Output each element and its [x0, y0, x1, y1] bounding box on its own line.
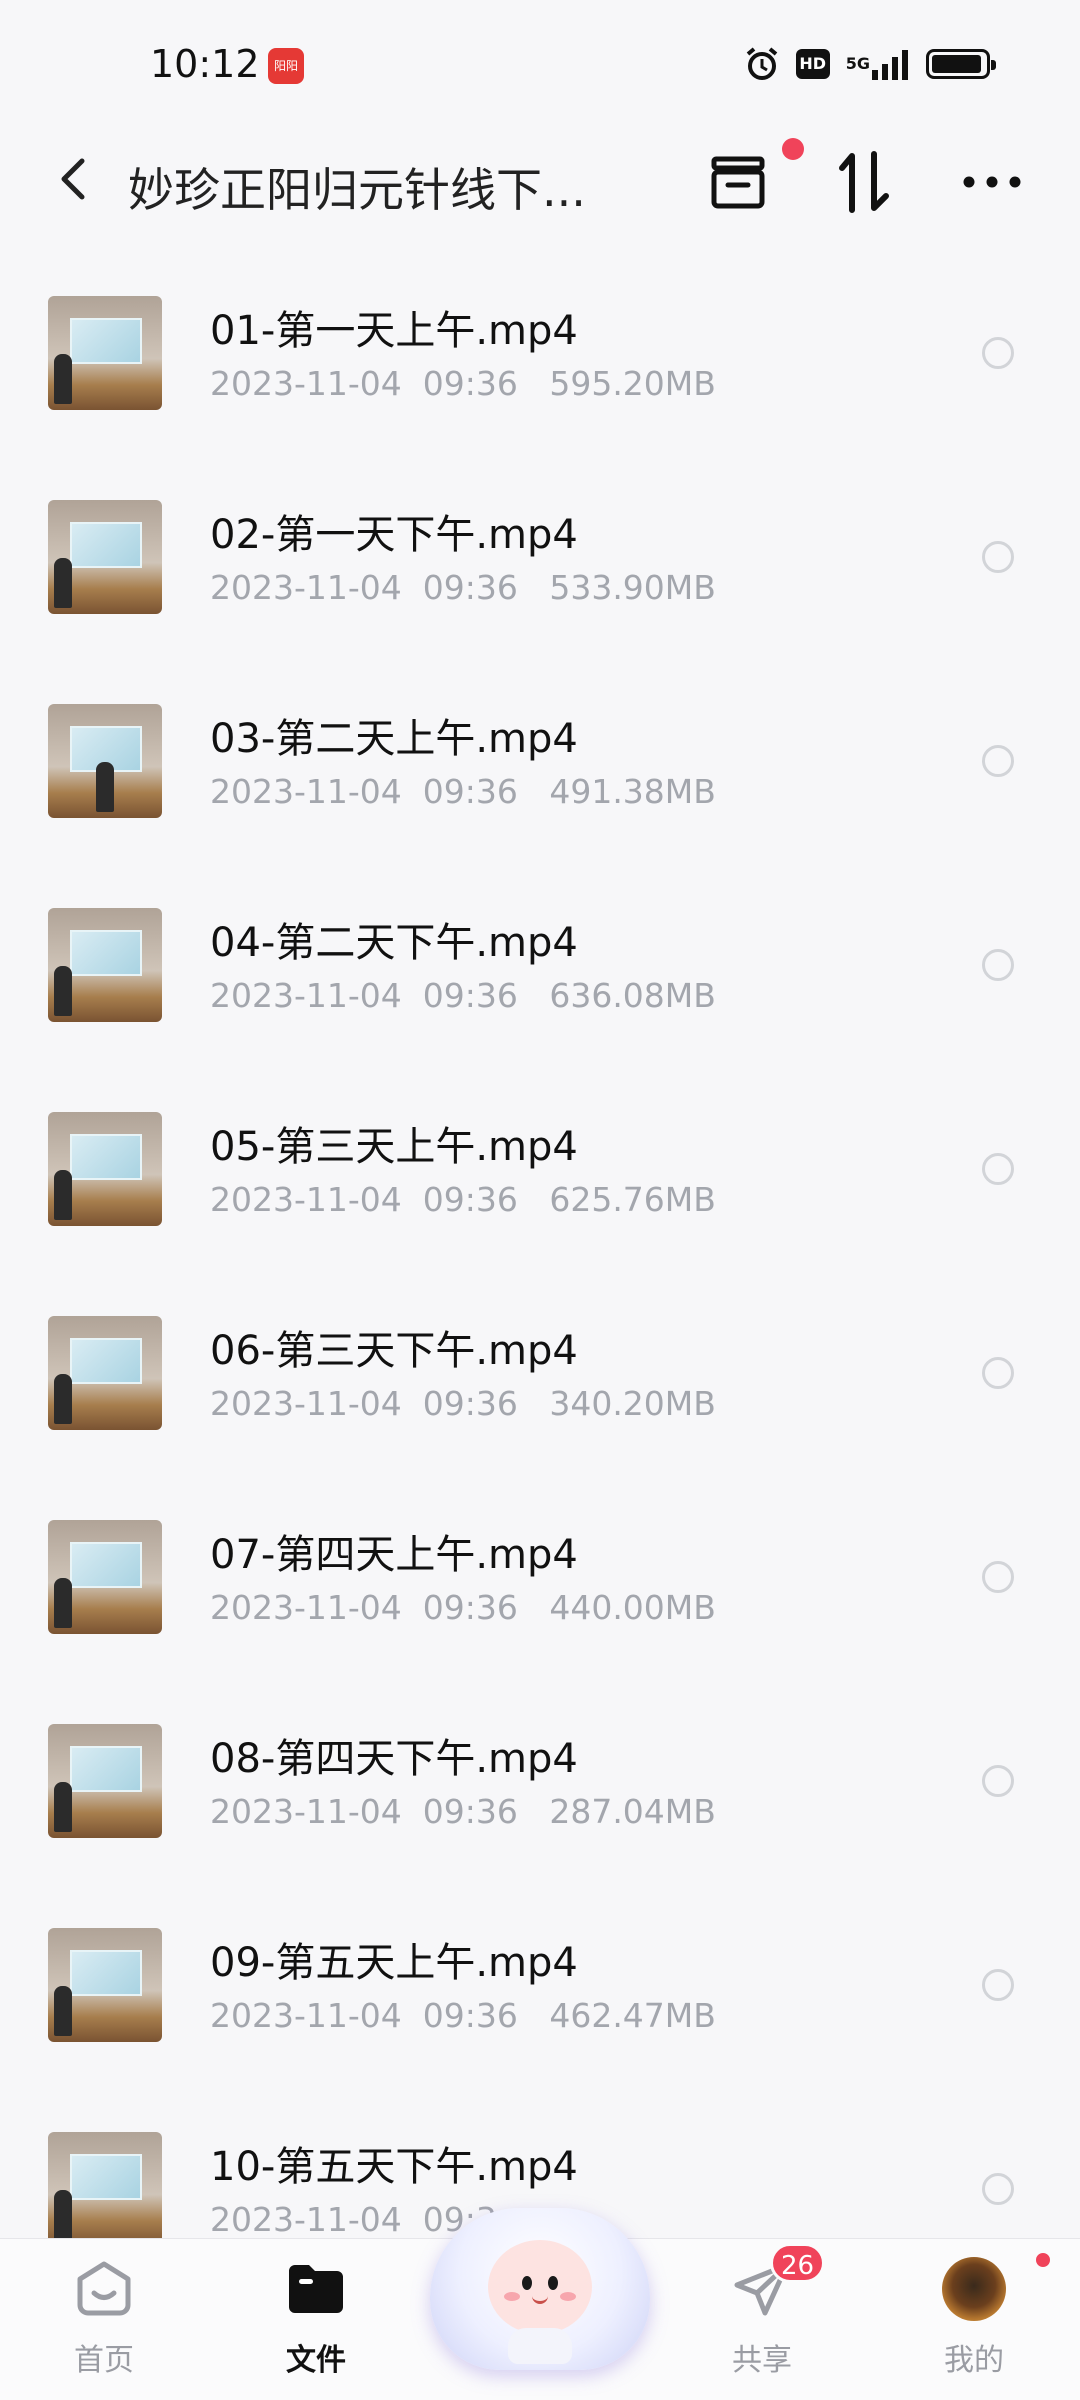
file-meta: 2023-11-04 09:36 636.08MB	[210, 976, 716, 1015]
back-icon	[61, 158, 85, 200]
status-time: 10:12	[150, 42, 260, 86]
mascot-body	[508, 2328, 572, 2364]
nav-files-label: 文件	[286, 2343, 346, 2378]
back-button[interactable]	[48, 154, 98, 204]
file-meta: 2023-11-04 09:36 340.20MB	[210, 1384, 716, 1423]
profile-avatar	[942, 2251, 1052, 2321]
nav-home-label: 首页	[74, 2343, 134, 2378]
share-badge: 26	[770, 2243, 826, 2283]
video-thumbnail	[48, 1724, 162, 1838]
file-list: 01-第一天上午.mp4 2023-11-04 09:36 595.20MB 0…	[0, 260, 1080, 2300]
avatar	[942, 2257, 1006, 2321]
video-thumbnail	[48, 296, 162, 410]
file-item[interactable]: 08-第四天下午.mp4 2023-11-04 09:36 287.04MB	[0, 1688, 1080, 1892]
nav-share[interactable]: 26 共享	[692, 2243, 832, 2387]
video-thumbnail	[48, 1316, 162, 1430]
file-name: 02-第一天下午.mp4	[210, 512, 578, 558]
video-thumbnail	[48, 2132, 162, 2246]
file-meta: 2023-11-04 09:36 440.00MB	[210, 1588, 716, 1627]
file-name: 06-第三天下午.mp4	[210, 1328, 578, 1374]
nav-share-label: 共享	[732, 2343, 792, 2378]
file-item[interactable]: 09-第五天上午.mp4 2023-11-04 09:36 462.47MB	[0, 1892, 1080, 2096]
video-thumbnail	[48, 500, 162, 614]
status-bar: 10:12 阳阳 HD 5G	[0, 0, 1080, 130]
archive-icon	[711, 156, 765, 209]
file-name: 07-第四天上午.mp4	[210, 1532, 578, 1578]
app-notification-icon: 阳阳	[268, 48, 304, 84]
select-checkbox[interactable]	[982, 1153, 1014, 1185]
file-meta: 2023-11-04 09:36 533.90MB	[210, 568, 716, 607]
file-meta: 2023-11-04 09:36 287.04MB	[210, 1792, 716, 1831]
file-name: 08-第四天下午.mp4	[210, 1736, 578, 1782]
select-checkbox[interactable]	[982, 1969, 1014, 2001]
notification-dot	[782, 138, 804, 160]
select-checkbox[interactable]	[982, 541, 1014, 573]
file-meta: 2023-11-04 09:36 595.20MB	[210, 364, 716, 403]
file-meta: 2023-11-04 09:36 625.76MB	[210, 1180, 716, 1219]
file-name: 03-第二天上午.mp4	[210, 716, 578, 762]
video-thumbnail	[48, 1520, 162, 1634]
header: 妙珍正阳归元针线下...	[0, 130, 1080, 230]
file-name: 09-第五天上午.mp4	[210, 1940, 578, 1986]
file-item[interactable]: 03-第二天上午.mp4 2023-11-04 09:36 491.38MB	[0, 668, 1080, 872]
nav-home[interactable]: 首页	[34, 2257, 174, 2387]
file-name: 01-第一天上午.mp4	[210, 308, 578, 354]
more-button[interactable]	[960, 150, 1024, 214]
video-thumbnail	[48, 704, 162, 818]
select-checkbox[interactable]	[982, 1357, 1014, 1389]
file-item[interactable]: 06-第三天下午.mp4 2023-11-04 09:36 340.20MB	[0, 1280, 1080, 1484]
archive-button[interactable]	[706, 138, 804, 214]
network-label: 5G	[845, 54, 870, 73]
file-name: 04-第二天下午.mp4	[210, 920, 578, 966]
select-checkbox[interactable]	[982, 1765, 1014, 1797]
more-icon	[963, 176, 1021, 188]
signal-5g-icon: 5G	[846, 46, 910, 82]
nav-mine[interactable]: 我的	[904, 2251, 1052, 2387]
status-icons: HD 5G	[744, 46, 996, 82]
page-title: 妙珍正阳归元针线下...	[128, 163, 586, 217]
video-thumbnail	[48, 908, 162, 1022]
assistant-mascot-button[interactable]	[430, 2180, 650, 2370]
file-meta: 2023-11-04 09:36 491.38MB	[210, 772, 716, 811]
select-checkbox[interactable]	[982, 949, 1014, 981]
file-item[interactable]: 07-第四天上午.mp4 2023-11-04 09:36 440.00MB	[0, 1484, 1080, 1688]
battery-icon	[926, 46, 996, 82]
select-checkbox[interactable]	[982, 2173, 1014, 2205]
hd-icon: HD	[795, 49, 830, 79]
video-thumbnail	[48, 1928, 162, 2042]
file-name: 05-第三天上午.mp4	[210, 1124, 578, 1170]
send-icon: 26	[730, 2243, 826, 2321]
select-checkbox[interactable]	[982, 1561, 1014, 1593]
video-thumbnail	[48, 1112, 162, 1226]
mascot-face	[488, 2240, 592, 2334]
file-meta: 2023-11-04 09:36 462.47MB	[210, 1996, 716, 2035]
sort-button[interactable]	[832, 150, 896, 214]
nav-files[interactable]: 文件	[246, 2257, 386, 2387]
notification-dot	[1034, 2251, 1052, 2269]
sort-icon	[839, 151, 889, 213]
nav-mine-label: 我的	[944, 2343, 1004, 2378]
folder-icon	[284, 2257, 348, 2321]
file-item[interactable]: 01-第一天上午.mp4 2023-11-04 09:36 595.20MB	[0, 260, 1080, 464]
home-icon	[72, 2257, 136, 2321]
select-checkbox[interactable]	[982, 745, 1014, 777]
file-item[interactable]: 02-第一天下午.mp4 2023-11-04 09:36 533.90MB	[0, 464, 1080, 668]
file-item[interactable]: 04-第二天下午.mp4 2023-11-04 09:36 636.08MB	[0, 872, 1080, 1076]
file-item[interactable]: 05-第三天上午.mp4 2023-11-04 09:36 625.76MB	[0, 1076, 1080, 1280]
select-checkbox[interactable]	[982, 337, 1014, 369]
alarm-icon	[744, 46, 780, 82]
